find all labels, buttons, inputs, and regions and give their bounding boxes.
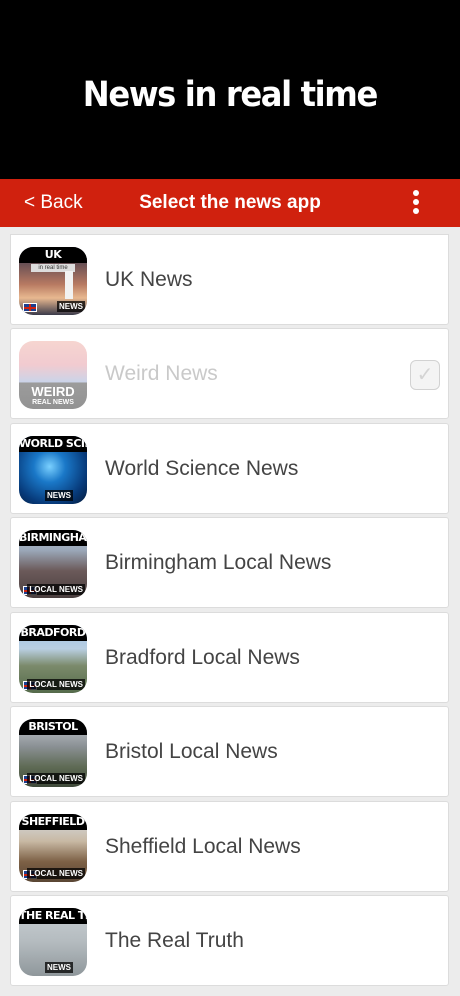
uk-flag-icon	[23, 303, 37, 312]
birmingham-app-icon: BIRMINGHAM A LOCAL NEWS	[19, 530, 87, 598]
list-item-bradford-local-news[interactable]: BRADFORD LOCAL NEWS Bradford Local News	[10, 612, 449, 703]
icon-title: THE REAL TRUTH	[19, 908, 87, 924]
icon-title: BRADFORD	[19, 625, 87, 641]
list-item-birmingham-local-news[interactable]: BIRMINGHAM A LOCAL NEWS Birmingham Local…	[10, 517, 449, 608]
icon-title: UK	[19, 247, 87, 263]
real-truth-app-icon: THE REAL TRUTH NEWS	[19, 908, 87, 976]
more-options-icon[interactable]	[412, 190, 420, 216]
list-item-weird-news[interactable]: WEIRD REAL NEWS Weird News ✓	[10, 328, 449, 419]
lighthouse-graphic	[65, 271, 73, 299]
icon-title: BRISTOL	[19, 719, 87, 735]
app-banner: News in real time	[0, 0, 460, 179]
icon-badge: LOCAL NEWS	[27, 773, 85, 784]
icon-badge: LOCAL NEWS	[27, 584, 85, 595]
icon-title: WORLD SCIENCE	[19, 436, 87, 452]
list-item-label: Birmingham Local News	[105, 551, 332, 574]
uk-news-app-icon: UK in real time NEWS	[19, 247, 87, 315]
icon-title: BIRMINGHAM A	[19, 530, 87, 546]
list-item-sheffield-local-news[interactable]: SHEFFIELD LOCAL NEWS Sheffield Local New…	[10, 801, 449, 892]
list-item-uk-news[interactable]: UK in real time NEWS UK News	[10, 234, 449, 325]
list-item-label: The Real Truth	[105, 929, 244, 952]
navigation-bar: < Back Select the news app	[0, 179, 460, 227]
icon-badge: NEWS	[45, 490, 73, 501]
bradford-app-icon: BRADFORD LOCAL NEWS	[19, 625, 87, 693]
world-science-app-icon: WORLD SCIENCE NEWS	[19, 436, 87, 504]
icon-text: WEIRD REAL NEWS	[19, 385, 87, 406]
list-item-world-science-news[interactable]: WORLD SCIENCE NEWS World Science News	[10, 423, 449, 514]
icon-badge: NEWS	[57, 301, 85, 312]
list-item-label: World Science News	[105, 457, 299, 480]
icon-badge: LOCAL NEWS	[27, 868, 85, 879]
icon-title: WEIRD	[31, 384, 75, 399]
list-item-label: Sheffield Local News	[105, 835, 301, 858]
weird-news-app-icon: WEIRD REAL NEWS	[19, 341, 87, 409]
list-item-label: Weird News	[105, 362, 218, 385]
list-item-label: Bradford Local News	[105, 646, 300, 669]
checkmark-icon[interactable]: ✓	[410, 360, 440, 390]
banner-title: News in real time	[82, 74, 379, 115]
list-item-the-real-truth[interactable]: THE REAL TRUTH NEWS The Real Truth	[10, 895, 449, 986]
bristol-app-icon: BRISTOL LOCAL NEWS	[19, 719, 87, 787]
sheffield-app-icon: SHEFFIELD LOCAL NEWS	[19, 814, 87, 882]
icon-subtitle: REAL NEWS	[32, 399, 74, 406]
icon-badge: LOCAL NEWS	[27, 679, 85, 690]
icon-badge: NEWS	[45, 962, 73, 973]
icon-title: SHEFFIELD	[19, 814, 87, 830]
list-item-bristol-local-news[interactable]: BRISTOL LOCAL NEWS Bristol Local News	[10, 706, 449, 797]
nav-title: Select the news app	[139, 192, 321, 213]
list-item-label: Bristol Local News	[105, 740, 278, 763]
list-item-label: UK News	[105, 268, 193, 291]
